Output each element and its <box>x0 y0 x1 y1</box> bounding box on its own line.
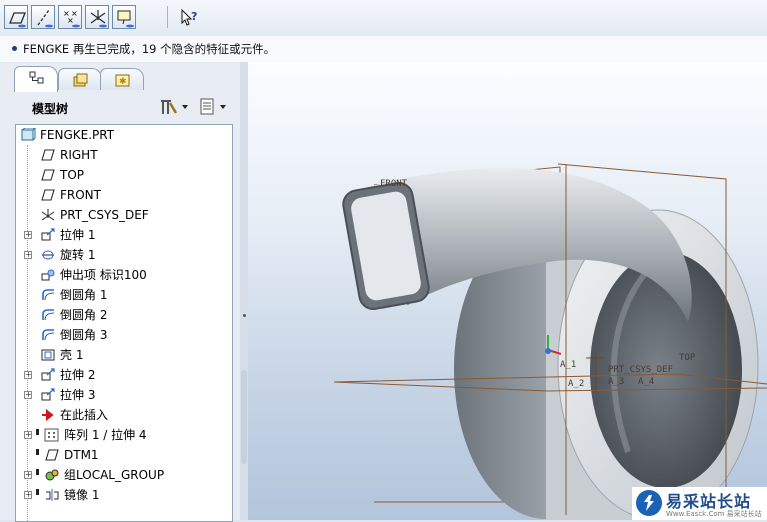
tree-title: 模型树 <box>32 102 69 116</box>
message-area: FENGKE 再生已完成，19 个隐含的特征或元件。 <box>0 36 767 94</box>
coordinate-system-icon <box>90 10 107 28</box>
round-icon <box>42 309 55 321</box>
favorites-icon: ✱ <box>115 74 130 87</box>
list-icon <box>200 98 226 115</box>
label-axis-3: A_3 <box>608 377 624 387</box>
datum-plane-icon <box>45 449 59 461</box>
watermark: 易采站长站 Www.Easck.Com 易采站长站 <box>632 487 767 520</box>
extrude-icon <box>41 388 55 401</box>
watermark-subtitle: Www.Easck.Com 易采站长站 <box>666 510 762 518</box>
svg-text:×: × <box>67 16 74 25</box>
tree-item-label: 壳 1 <box>60 348 84 362</box>
tab-model-tree[interactable] <box>14 66 58 92</box>
tree-item-label: FRONT <box>60 188 101 202</box>
label-top: TOP <box>679 353 696 363</box>
insert-here-arrow-icon <box>42 408 54 422</box>
datum-plane-display-button[interactable] <box>4 5 28 29</box>
tree-item-label: RIGHT <box>60 148 98 162</box>
marker-icon <box>36 489 39 495</box>
graphics-viewport[interactable]: FRONT TOP PRT_CSYS_DEF A_1 A_2 A_3 A_4 <box>248 62 767 520</box>
tree-item-label: PRT_CSYS_DEF <box>60 208 149 222</box>
panel-scrollbar[interactable] <box>241 370 247 464</box>
tab-folder-browser[interactable] <box>58 68 102 90</box>
navigator-tabs: ✱ <box>0 62 246 92</box>
annotation-icon <box>117 10 134 28</box>
tools-icon <box>161 100 188 114</box>
datum-axis-display-button[interactable] <box>31 5 55 29</box>
datum-axis-icon <box>37 9 53 28</box>
whats-this-button[interactable]: ? <box>178 7 202 29</box>
tree-connector <box>27 145 28 521</box>
expand-toggle-icon[interactable]: + <box>24 491 32 499</box>
tree-item-label: TOP <box>60 168 85 182</box>
svg-text:?: ? <box>191 10 197 23</box>
extrude-icon <box>41 228 55 241</box>
expand-toggle-icon[interactable]: + <box>24 431 32 439</box>
help-pointer-icon: ? <box>181 8 197 26</box>
expand-toggle-icon[interactable]: + <box>24 251 32 259</box>
show-menu-button[interactable] <box>198 96 234 118</box>
mirror-icon <box>46 489 59 501</box>
tree-item-label: 拉伸 2 <box>60 368 96 382</box>
toolbar: × × × ? <box>0 0 767 37</box>
datum-plane-icon <box>41 189 55 201</box>
model-tree-header: 模型树 <box>8 92 238 122</box>
bullet-icon <box>12 46 17 51</box>
coordinate-system-display-button[interactable] <box>85 5 109 29</box>
tree-item-label: 倒圆角 2 <box>60 308 108 322</box>
label-csys: PRT_CSYS_DEF <box>608 365 673 375</box>
navigator-panel: ✱ 模型树 FENGKE.PRT RIGHT TOP FRONT PRT_CSYS_D… <box>0 62 246 522</box>
tree-item-label: DTM1 <box>64 448 99 462</box>
tree-item-label: 在此插入 <box>60 408 109 422</box>
watermark-logo-icon <box>636 490 662 516</box>
tree-item-label: 旋转 1 <box>60 248 96 262</box>
expand-toggle-icon[interactable]: + <box>24 471 32 479</box>
model-3d-view: FRONT TOP PRT_CSYS_DEF A_1 A_2 A_3 A_4 <box>333 163 767 520</box>
tree-item-label: 镜像 1 <box>64 488 100 502</box>
tree-item-label: 伸出项 标识100 <box>60 268 147 282</box>
extrude-icon <box>41 368 55 381</box>
expand-toggle-icon[interactable]: + <box>24 391 32 399</box>
annotation-display-button[interactable] <box>112 5 136 29</box>
datum-plane-icon <box>41 169 55 181</box>
datum-point-icon: × ×× <box>63 9 80 28</box>
group-icon <box>45 469 59 481</box>
marker-icon <box>36 469 39 475</box>
datum-plane-icon <box>9 12 26 28</box>
tree-item-label: 组LOCAL_GROUP <box>64 468 165 482</box>
label-front: FRONT <box>380 179 408 189</box>
round-icon <box>42 289 55 301</box>
shell-icon <box>41 349 55 361</box>
label-axis-1: A_1 <box>560 360 576 370</box>
folder-browser-icon <box>73 73 88 87</box>
tree-item-label: 拉伸 1 <box>60 228 96 242</box>
expand-toggle-icon[interactable]: + <box>24 231 32 239</box>
splitter-grip <box>243 314 246 317</box>
protrusion-icon <box>41 269 55 281</box>
round-icon <box>42 329 55 341</box>
label-axis-2: A_2 <box>568 379 584 389</box>
expand-toggle-icon[interactable]: + <box>24 371 32 379</box>
tree-item-label: 拉伸 3 <box>60 388 96 402</box>
model-tree-icon <box>29 71 44 84</box>
marker-icon <box>36 449 39 455</box>
tree-item-label: 倒圆角 3 <box>60 328 108 342</box>
toolbar-separator <box>167 6 168 28</box>
revolve-icon <box>42 250 54 260</box>
datum-point-display-button[interactable]: × × × <box>58 5 82 29</box>
label-axis-4: A_4 <box>638 377 654 387</box>
part-icon <box>21 128 36 141</box>
tree-item-label: 倒圆角 1 <box>60 288 108 302</box>
settings-menu-button[interactable] <box>158 96 194 118</box>
model-tree: FENGKE.PRT RIGHT TOP FRONT PRT_CSYS_DEF + 拉伸 … <box>15 124 233 522</box>
status-message: FENGKE 再生已完成，19 个隐含的特征或元件。 <box>12 41 275 57</box>
csys-origin <box>545 348 551 354</box>
tree-item-label: 阵列 1 / 拉伸 4 <box>64 428 147 442</box>
svg-text:✱: ✱ <box>119 77 127 87</box>
pattern-icon <box>44 428 59 442</box>
tab-favorites[interactable]: ✱ <box>100 68 144 90</box>
datum-plane-icon <box>41 149 55 161</box>
coordinate-system-icon <box>41 209 55 221</box>
marker-icon <box>36 429 39 435</box>
